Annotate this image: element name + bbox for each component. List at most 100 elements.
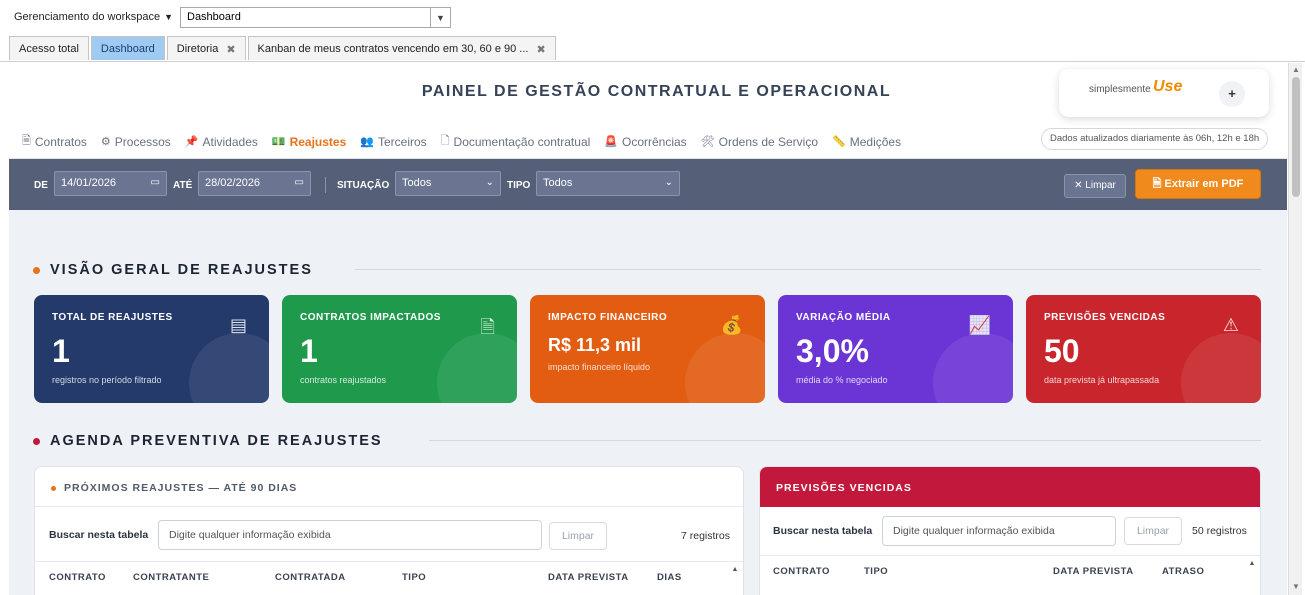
kpi-label: TOTAL DE REAJUSTES [52, 312, 173, 323]
nav-reajustes[interactable]: 💵 Reajustes [272, 132, 346, 151]
dashboard-content: PAINEL DE GESTÃO CONTRATUAL E OPERACIONA… [9, 63, 1287, 595]
workspace-menu[interactable]: Gerenciamento do workspace ▼ [14, 11, 173, 23]
nav-contratos[interactable]: 🗎 Contratos [22, 132, 87, 151]
column-header[interactable]: CONTRATO [49, 572, 106, 583]
nav-ordens-servico[interactable]: 🛠 Ordens de Serviço [701, 132, 818, 151]
search-label: Buscar nesta tabela [49, 529, 149, 541]
table-header: CONTRATO CONTRATANTE CONTRATADA TIPO DAT… [35, 561, 743, 591]
chevron-down-icon[interactable]: ▼ [430, 8, 450, 27]
column-header[interactable]: DATA PREVISTA [1053, 566, 1134, 577]
date-to-input[interactable]: 28/02/2026 ▭ [198, 171, 311, 196]
warning-icon: ⚠ [1222, 315, 1239, 335]
column-header[interactable]: DATA PREVISTA [548, 572, 629, 583]
pdf-icon: 🗎 [1152, 178, 1162, 190]
date-to-label: ATÉ [173, 180, 193, 191]
record-count: 50 registros [1192, 525, 1247, 537]
pin-icon: 📌 [184, 136, 199, 148]
overdue-forecasts-panel: PREVISÕES VENCIDAS Buscar nesta tabela D… [759, 466, 1261, 595]
kpi-card-total: TOTAL DE REAJUSTES 1 registros no períod… [34, 295, 269, 403]
nav-documentacao[interactable]: 🗋 Documentação contratual [441, 132, 591, 151]
scroll-up-icon[interactable]: ▲ [1248, 560, 1256, 567]
kpi-card-impacto: IMPACTO FINANCEIRO R$ 11,3 mil impacto f… [530, 295, 765, 403]
add-button[interactable]: + [1219, 81, 1245, 107]
nav-label: Atividades [202, 134, 258, 149]
close-icon[interactable]: ✖ [226, 43, 235, 60]
chevron-down-icon: ⌄ [664, 177, 673, 188]
clear-search-button[interactable]: Limpar [549, 522, 607, 550]
kpi-label: VARIAÇÃO MÉDIA [796, 312, 891, 323]
close-icon[interactable]: ✖ [536, 43, 545, 60]
scroll-up-icon[interactable]: ▲ [731, 566, 739, 573]
logo-main: Use [1153, 78, 1183, 95]
search-input[interactable]: Digite qualquer informação exibida [158, 520, 542, 550]
tipo-label: TIPO [507, 180, 531, 191]
section-dot [33, 437, 40, 445]
column-header[interactable]: ATRASO [1162, 566, 1204, 577]
date-from-value: 14/01/2026 [61, 177, 117, 189]
scroll-up-icon[interactable]: ▲ [1289, 65, 1303, 74]
tab-label: Acesso total [19, 43, 79, 55]
column-header[interactable]: TIPO [864, 566, 888, 577]
nav-label: Terceiros [377, 134, 427, 149]
search-input[interactable]: Digite qualquer informação exibida [882, 516, 1116, 546]
export-pdf-button[interactable]: 🗎 Extrair em PDF [1135, 169, 1261, 199]
ruler-icon: 📏 [832, 136, 846, 148]
money-icon: 💵 [271, 136, 286, 148]
update-schedule-badge: Dados atualizados diariamente às 06h, 12… [1041, 128, 1269, 150]
card-decoration [189, 333, 269, 403]
nav-processos[interactable]: ⚙ Processos [101, 132, 171, 151]
tab-diretoria[interactable]: Diretoria ✖ [166, 36, 246, 60]
nav-terceiros[interactable]: 👥 Terceiros [360, 132, 426, 151]
document-icon: 🗎 [22, 135, 31, 147]
situacao-select[interactable]: Todos ⌄ [395, 171, 501, 196]
workspace-bar: Gerenciamento do workspace ▼ Dashboard ▼… [0, 0, 1305, 62]
card-decoration [1181, 333, 1261, 403]
nav-label: Documentação contratual [453, 134, 591, 149]
tab-dashboard[interactable]: Dashboard [90, 36, 165, 60]
workspace-selected: Dashboard [187, 11, 241, 23]
workspace-select[interactable]: Dashboard ▼ [180, 7, 451, 28]
contract-icon: 🗎 [480, 317, 495, 337]
section-dot [33, 266, 40, 274]
filter-bar: DE 14/01/2026 ▭ ATÉ 28/02/2026 ▭ SITUAÇÃ… [9, 159, 1287, 210]
scrollbar-thumb[interactable] [1292, 77, 1300, 197]
nav-ocorrencias[interactable]: 🚨 Ocorrências [604, 132, 686, 151]
column-header[interactable]: TIPO [402, 572, 426, 583]
tab-kanban[interactable]: Kanban de meus contratos vencendo em 30,… [247, 36, 556, 60]
tab-label: Diretoria [176, 43, 219, 55]
export-pdf-label: Extrair em PDF [1164, 178, 1244, 190]
kpi-card-vencidas: PREVISÕES VENCIDAS 50 data prevista já u… [1026, 295, 1261, 403]
section-nav: 🗎 Contratos ⚙ Processos 📌 Atividades 💵 Reaju… [22, 132, 901, 151]
kpi-label: IMPACTO FINANCEIRO [548, 312, 668, 323]
kpi-sub: registros no período filtrado [52, 375, 162, 385]
tab-acesso-total[interactable]: Acesso total [9, 36, 89, 60]
calendar-icon[interactable]: ▭ [151, 177, 160, 188]
kpi-card-contratos: CONTRATOS IMPACTADOS 1 contratos reajust… [282, 295, 517, 403]
column-header[interactable]: CONTRATANTE [133, 572, 209, 583]
kpi-value: 50 [1044, 333, 1080, 369]
nav-atividades[interactable]: 📌 Atividades [185, 132, 258, 151]
section-title-text: VISÃO GERAL DE REAJUSTES [50, 262, 313, 278]
siren-icon: 🚨 [604, 136, 618, 148]
kpi-sub: média do % negociado [796, 375, 888, 385]
tools-icon: 🛠 [700, 136, 715, 148]
kpi-sub: impacto financeiro líquido [548, 362, 651, 372]
date-from-input[interactable]: 14/01/2026 ▭ [54, 171, 167, 196]
tipo-value: Todos [543, 177, 573, 189]
panel-title-text: PREVISÕES VENCIDAS [776, 482, 912, 494]
clear-filters-button[interactable]: ✕ Limpar [1064, 174, 1126, 198]
overview-section-title: VISÃO GERAL DE REAJUSTES [33, 262, 313, 278]
tipo-select[interactable]: Todos ⌄ [536, 171, 680, 196]
workspace-label: Gerenciamento do workspace [14, 11, 161, 23]
scroll-down-icon[interactable]: ▼ [1289, 582, 1303, 591]
column-header[interactable]: CONTRATADA [275, 572, 346, 583]
clear-search-button[interactable]: Limpar [1124, 517, 1182, 545]
nav-label: Ocorrências [621, 134, 687, 149]
card-decoration [685, 333, 765, 403]
column-header[interactable]: CONTRATO [773, 566, 830, 577]
calendar-icon[interactable]: ▭ [295, 177, 304, 188]
column-header[interactable]: DIAS [657, 572, 682, 583]
section-divider [429, 440, 1261, 441]
nav-medicoes[interactable]: 📏 Medições [832, 132, 901, 151]
page-scrollbar[interactable]: ▲ ▼ [1288, 63, 1302, 595]
